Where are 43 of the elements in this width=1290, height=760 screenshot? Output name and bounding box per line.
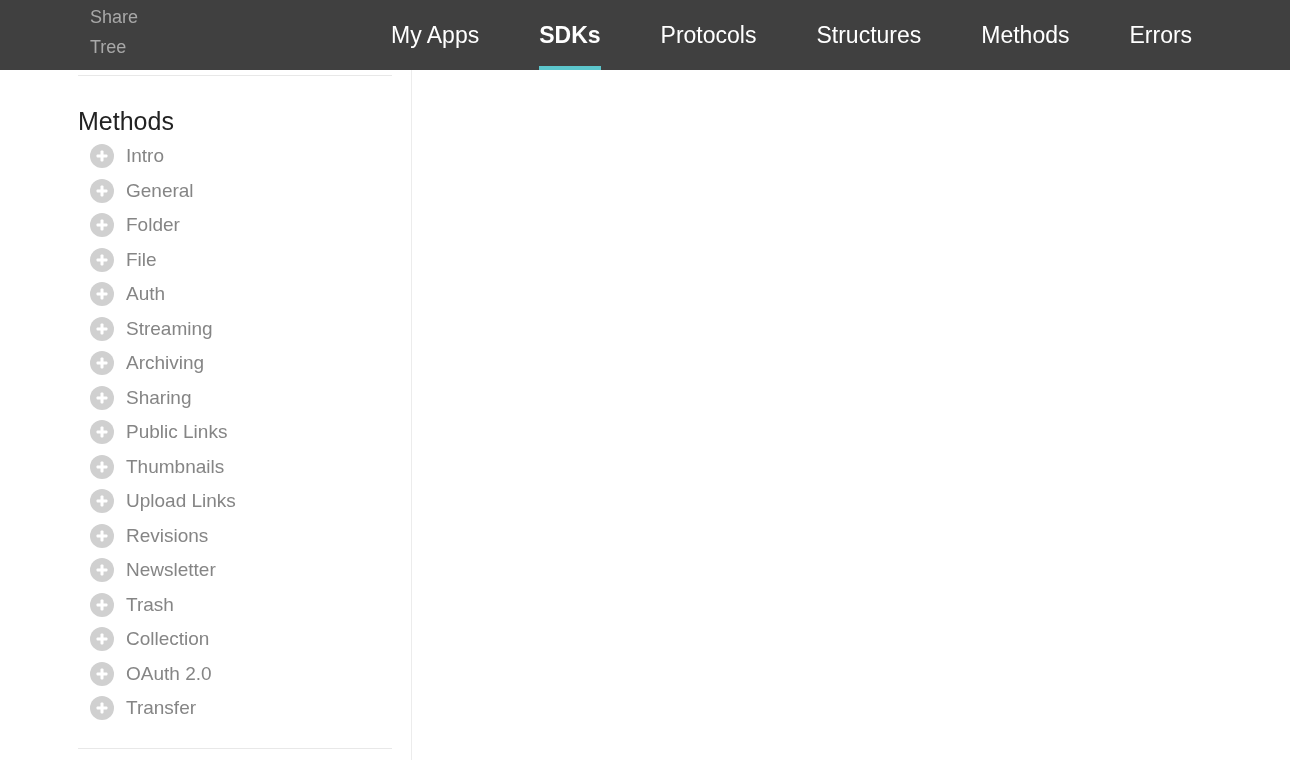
sidebar-link[interactable]: Newsletter: [126, 556, 216, 585]
plus-icon[interactable]: [90, 523, 114, 548]
plus-icon[interactable]: [90, 696, 114, 721]
plus-icon[interactable]: [90, 178, 114, 203]
sidebar-link[interactable]: Intro: [126, 142, 165, 171]
sidebar-link[interactable]: Auth: [126, 280, 166, 309]
plus-icon[interactable]: [90, 213, 114, 238]
sidebar-link[interactable]: OAuth 2.0: [126, 659, 212, 688]
plus-icon[interactable]: [90, 247, 114, 272]
sidebar-link[interactable]: Thumbnails: [126, 452, 225, 481]
sidebar-link[interactable]: General: [126, 176, 194, 205]
nav-tab[interactable]: Errors: [1129, 0, 1193, 70]
sidebar-link[interactable]: Streaming: [126, 314, 213, 343]
sidebar-link[interactable]: Upload Links: [126, 487, 236, 516]
sidebar-link[interactable]: File: [126, 245, 157, 274]
section-title: Methods: [78, 106, 174, 136]
plus-icon[interactable]: [90, 144, 114, 169]
sidebar-link[interactable]: Public Links: [126, 418, 228, 447]
sidebar-link[interactable]: Sharing: [126, 383, 192, 412]
nav-tab[interactable]: Structures: [816, 0, 922, 70]
plus-icon[interactable]: [90, 558, 114, 583]
plus-icon[interactable]: [90, 661, 114, 686]
sidebar-link[interactable]: Tree: [90, 32, 127, 62]
plus-icon[interactable]: [90, 592, 114, 617]
plus-icon[interactable]: [90, 282, 114, 307]
sidebar-link[interactable]: Trash: [126, 590, 174, 619]
plus-icon[interactable]: [90, 351, 114, 376]
plus-icon[interactable]: [90, 420, 114, 445]
plus-icon[interactable]: [90, 316, 114, 341]
plus-icon[interactable]: [90, 385, 114, 410]
nav-tab[interactable]: Protocols: [660, 0, 757, 70]
nav-tab[interactable]: Methods: [981, 0, 1070, 70]
sidebar-link[interactable]: Revisions: [126, 521, 209, 550]
sidebar-link[interactable]: Folder: [126, 211, 180, 240]
nav-tab[interactable]: SDKs: [539, 0, 601, 70]
sidebar-link[interactable]: Archiving: [126, 349, 205, 378]
sidebar-link[interactable]: Collection: [126, 625, 210, 654]
plus-icon[interactable]: [90, 627, 114, 652]
plus-icon[interactable]: [90, 454, 114, 479]
sidebar-link[interactable]: Transfer: [126, 694, 197, 723]
nav-tab[interactable]: My Apps: [391, 0, 480, 70]
plus-icon[interactable]: [90, 489, 114, 514]
sidebar-link[interactable]: Share: [90, 2, 139, 32]
